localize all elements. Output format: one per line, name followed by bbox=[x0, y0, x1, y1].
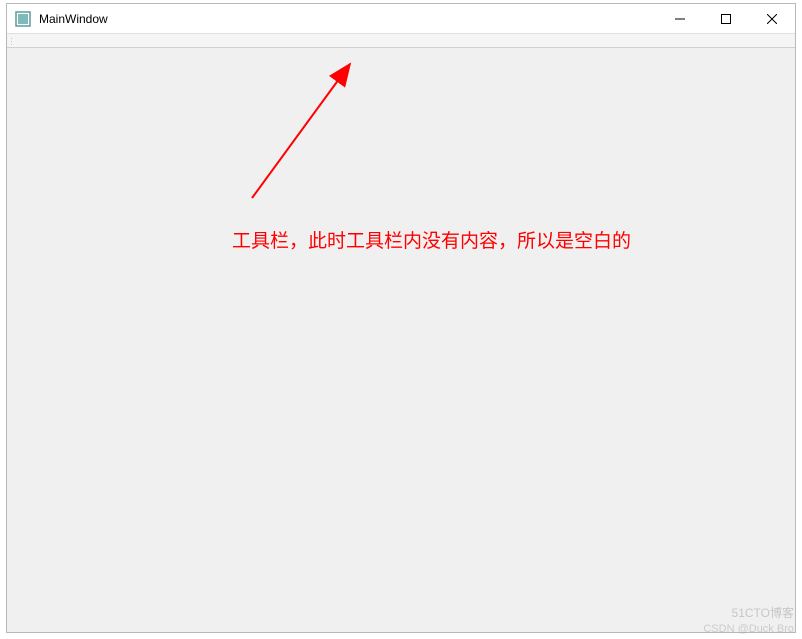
maximize-button[interactable] bbox=[703, 4, 749, 33]
window-controls bbox=[657, 4, 795, 33]
close-button[interactable] bbox=[749, 4, 795, 33]
minimize-icon bbox=[675, 14, 685, 24]
toolbar[interactable] bbox=[7, 34, 795, 48]
annotation-arrow-icon bbox=[242, 58, 362, 208]
close-icon bbox=[767, 14, 777, 24]
main-window: MainWindow bbox=[6, 3, 796, 633]
titlebar[interactable]: MainWindow bbox=[7, 4, 795, 34]
client-area: 工具栏，此时工具栏内没有内容，所以是空白的 bbox=[7, 48, 795, 632]
app-icon bbox=[15, 11, 31, 27]
maximize-icon bbox=[721, 14, 731, 24]
window-title: MainWindow bbox=[39, 12, 657, 26]
annotation-label: 工具栏，此时工具栏内没有内容，所以是空白的 bbox=[232, 226, 631, 253]
minimize-button[interactable] bbox=[657, 4, 703, 33]
